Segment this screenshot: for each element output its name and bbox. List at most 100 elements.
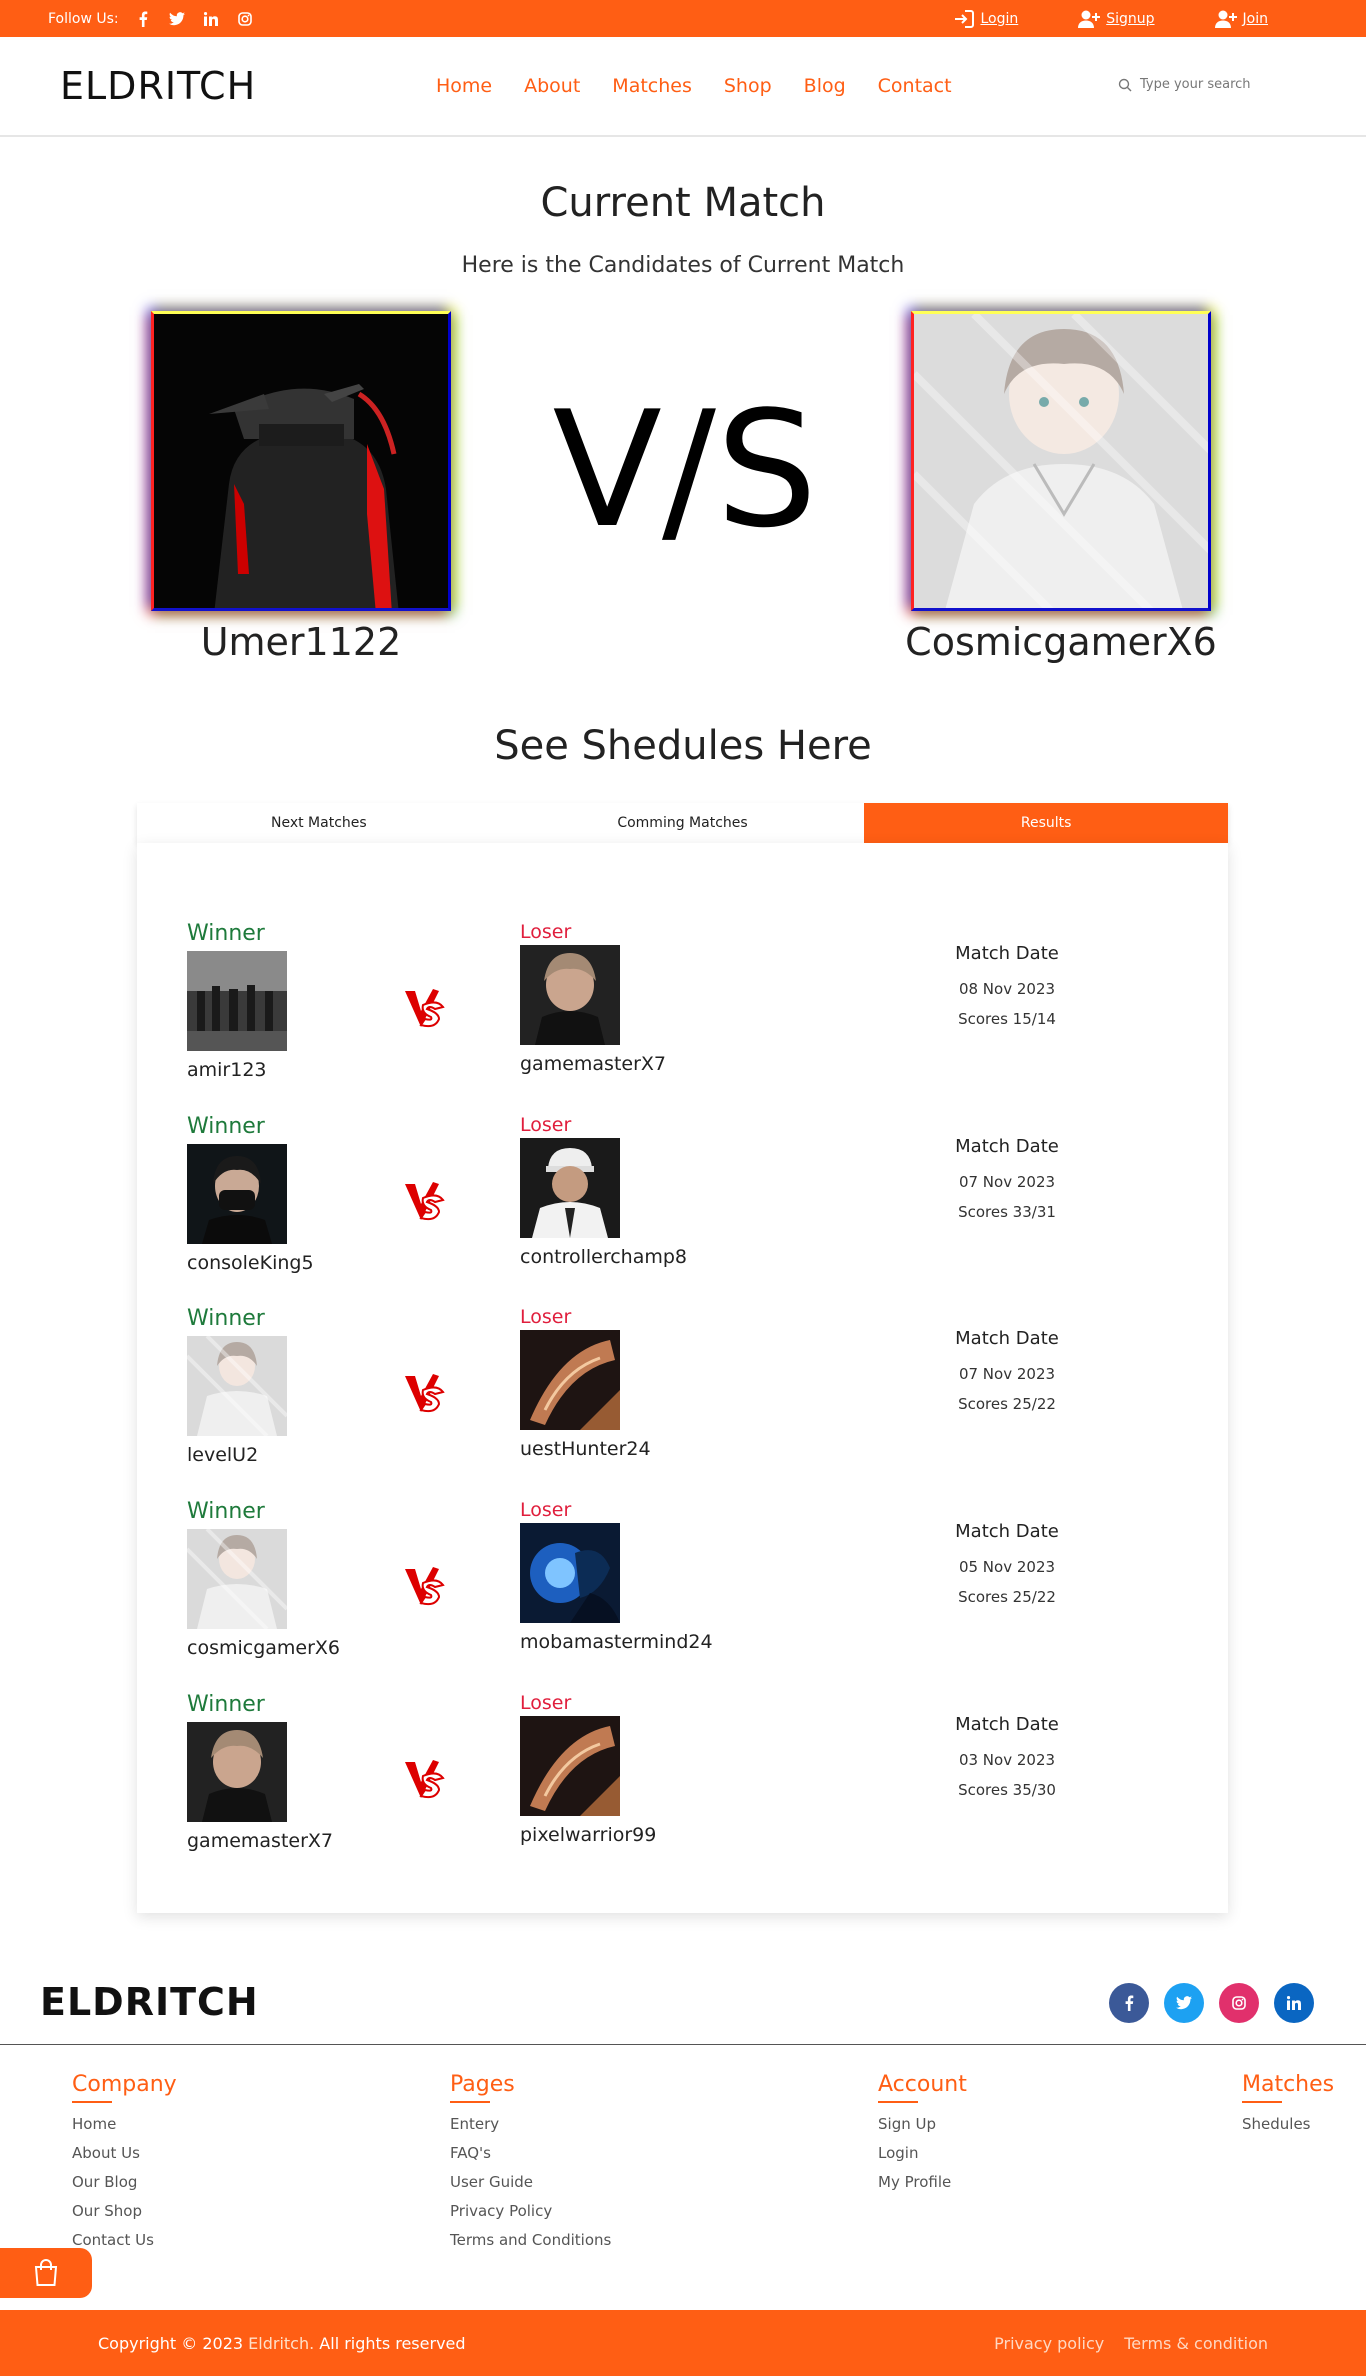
follow-us: Follow Us: [48, 9, 255, 29]
winner-name: consoleKing5 [187, 1252, 314, 1274]
vs-icon [399, 1176, 449, 1226]
linkedin-icon[interactable] [201, 9, 221, 29]
login-link[interactable]: Login [954, 9, 1018, 28]
match-info: Match Date 07 Nov 2023 Scores 33/31 [937, 1136, 1077, 1233]
result-row: Winner cosmicgamerX6 Loser mobamastermin… [137, 1499, 1228, 1689]
site-logo[interactable]: ELDRITCH [60, 64, 256, 108]
join-label: Join [1242, 10, 1268, 27]
player2-name: CosmicgamerX6 [905, 620, 1217, 664]
results-panel: Winner amir123 Loser gamemasterX7 Match … [137, 843, 1228, 1913]
site-header: ELDRITCH Home About Matches Shop Blog Co… [0, 37, 1366, 137]
footer-col-pages: Pages Entery FAQ's User Guide Privacy Po… [450, 2072, 611, 2260]
player1-name: Umer1122 [200, 620, 402, 664]
copyright-bar: Copyright © 2023 Eldritch. All rights re… [0, 2310, 1366, 2376]
search-box[interactable]: Type your search [1118, 77, 1251, 92]
footer-col-matches: Matches Shedules [1242, 2072, 1334, 2144]
footer-link[interactable]: Privacy Policy [450, 2202, 611, 2220]
nav-about[interactable]: About [524, 75, 580, 97]
twitter-icon[interactable] [1164, 1983, 1204, 2023]
user-plus-icon [1214, 10, 1237, 28]
search-input[interactable]: Type your search [1140, 77, 1251, 92]
result-row: Winner amir123 Loser gamemasterX7 Match … [137, 921, 1228, 1111]
footer-link[interactable]: Sign Up [878, 2115, 967, 2133]
loser-avatar [520, 1138, 620, 1238]
footer-col-title: Account [878, 2072, 967, 2103]
winner-label: Winner [187, 1499, 265, 1524]
match-date-label: Match Date [955, 1136, 1059, 1157]
footer-link[interactable]: Home [72, 2115, 177, 2133]
facebook-icon[interactable] [1109, 1983, 1149, 2023]
footer-link[interactable]: Contact Us [72, 2231, 177, 2249]
loser-name: controllerchamp8 [520, 1246, 688, 1268]
loser-label: Loser [520, 1692, 572, 1714]
match-scores: Scores 33/31 [958, 1203, 1056, 1221]
footer-col-company: Company Home About Us Our Blog Our Shop … [72, 2072, 177, 2260]
footer-link[interactable]: Our Shop [72, 2202, 177, 2220]
footer-link[interactable]: Entery [450, 2115, 611, 2133]
loser-avatar [520, 945, 620, 1045]
instagram-icon[interactable] [1219, 1983, 1259, 2023]
current-match-title: Current Match [540, 180, 826, 226]
tab-next-matches[interactable]: Next Matches [137, 803, 501, 843]
twitter-icon[interactable] [167, 9, 187, 29]
footer-link[interactable]: Login [878, 2144, 967, 2162]
match-date-label: Match Date [955, 1521, 1059, 1542]
vs-icon [399, 1561, 449, 1611]
privacy-policy-link[interactable]: Privacy policy [994, 2334, 1104, 2353]
cart-button[interactable] [0, 2248, 92, 2298]
copyright-brand[interactable]: Eldritch. [248, 2334, 314, 2353]
footer-link[interactable]: About Us [72, 2144, 177, 2162]
footer-link[interactable]: User Guide [450, 2173, 611, 2191]
match-info: Match Date 07 Nov 2023 Scores 25/22 [937, 1328, 1077, 1425]
copyright-prefix: Copyright © 2023 [98, 2333, 244, 2353]
nav-matches[interactable]: Matches [612, 75, 692, 97]
player1-avatar [151, 311, 451, 611]
match-info: Match Date 03 Nov 2023 Scores 35/30 [937, 1714, 1077, 1811]
join-link[interactable]: Join [1214, 10, 1268, 28]
schedule-tabs: Next Matches Comming Matches Results [137, 803, 1229, 843]
legal-links: Privacy policy Terms & condition [994, 2334, 1268, 2353]
loser-avatar [520, 1716, 620, 1816]
vs-icon [399, 1754, 449, 1804]
match-scores: Scores 25/22 [958, 1395, 1056, 1413]
copyright-text: Copyright © 2023 Eldritch. All rights re… [98, 2334, 466, 2353]
winner-name: levelU2 [187, 1444, 259, 1466]
tab-results[interactable]: Results [864, 803, 1229, 843]
match-scores: Scores 15/14 [958, 1010, 1056, 1028]
match-date: 07 Nov 2023 [958, 1365, 1056, 1383]
footer-social-links [1109, 1983, 1314, 2023]
footer-col-title: Pages [450, 2072, 611, 2103]
result-row: Winner gamemasterX7 Loser pixelwarrior99… [137, 1692, 1228, 1882]
nav-contact[interactable]: Contact [878, 75, 952, 97]
instagram-icon[interactable] [235, 9, 255, 29]
footer-link[interactable]: My Profile [878, 2173, 967, 2191]
linkedin-icon[interactable] [1274, 1983, 1314, 2023]
nav-home[interactable]: Home [436, 75, 492, 97]
auth-links: Login Signup Join [954, 9, 1318, 28]
winner-avatar [187, 951, 287, 1051]
terms-link[interactable]: Terms & condition [1124, 2334, 1268, 2353]
nav-shop[interactable]: Shop [724, 75, 772, 97]
footer-col-account: Account Sign Up Login My Profile [878, 2072, 967, 2202]
search-icon [1118, 78, 1132, 91]
footer-logo[interactable]: ELDRITCH [40, 1980, 259, 2024]
footer-link[interactable]: Shedules [1242, 2115, 1334, 2133]
match-scores: Scores 35/30 [958, 1781, 1056, 1799]
loser-name: uestHunter24 [520, 1438, 651, 1460]
tab-coming-matches[interactable]: Comming Matches [500, 803, 865, 843]
footer-link[interactable]: FAQ's [450, 2144, 611, 2162]
vs-text: V/S [552, 376, 818, 563]
match-date: 05 Nov 2023 [958, 1558, 1056, 1576]
footer-divider [0, 2044, 1366, 2045]
result-row: Winner consoleKing5 Loser controllercham… [137, 1114, 1228, 1304]
footer-link[interactable]: Terms and Conditions [450, 2231, 611, 2249]
footer-link[interactable]: Our Blog [72, 2173, 177, 2191]
current-match-subtitle: Here is the Candidates of Current Match [461, 253, 905, 278]
signup-label: Signup [1106, 10, 1155, 27]
signup-link[interactable]: Signup [1078, 10, 1155, 28]
copyright-rights: All rights reserved [319, 2333, 466, 2353]
match-info: Match Date 08 Nov 2023 Scores 15/14 [937, 943, 1077, 1040]
nav-blog[interactable]: Blog [804, 75, 846, 97]
match-date-label: Match Date [955, 1328, 1059, 1349]
facebook-icon[interactable] [133, 9, 153, 29]
